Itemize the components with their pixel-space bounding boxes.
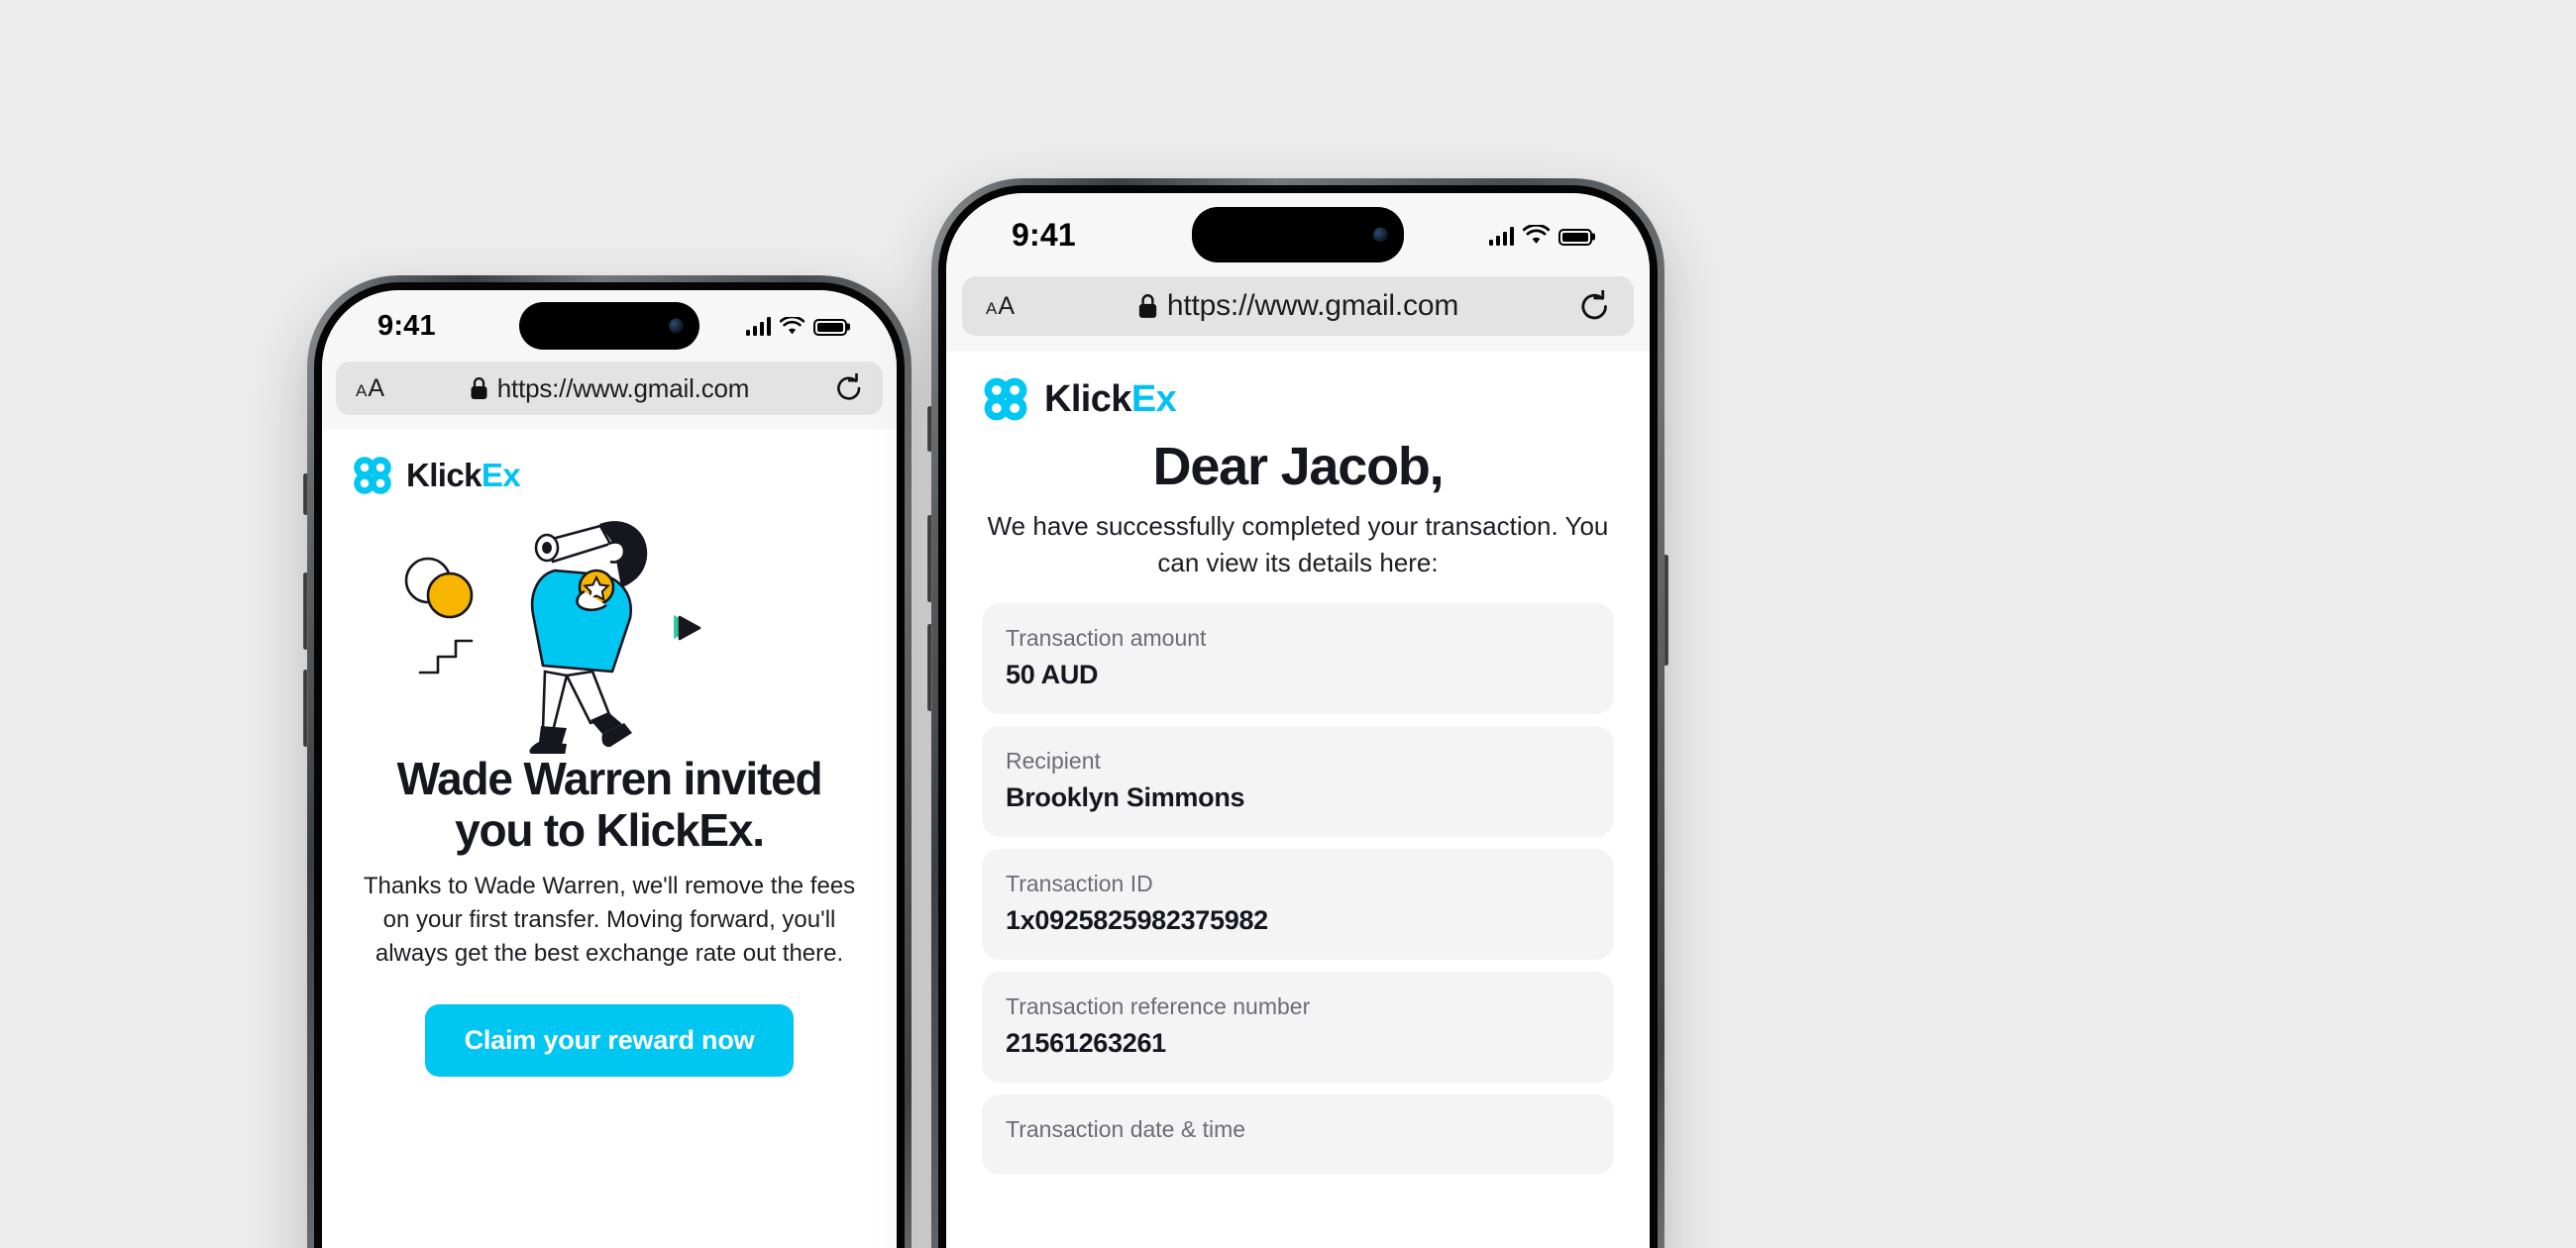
phone-center-receipt: 9:41 AA https://www.gmail.com KlickEx De… [927,178,1668,1248]
brand-klick: Klick [406,457,482,493]
address-bar[interactable]: AA https://www.gmail.com [962,276,1634,336]
url-display[interactable]: https://www.gmail.com [962,289,1634,323]
row-label: Transaction amount [1006,625,1207,652]
volume-down-button[interactable] [927,624,932,711]
cellular-bars-icon [745,316,771,336]
klickex-brand: KlickEx [982,375,1614,423]
table-row: Recipient Brooklyn Simmons [982,726,1614,838]
table-row: Transaction reference number 21561263261 [982,972,1614,1084]
volume-up-button[interactable] [303,572,308,650]
ios-status-bar: 9:41 [322,290,897,362]
row-label: Transaction ID [1006,871,1153,897]
phone-screen: 9:41 AA [946,193,1650,1248]
safari-toolbar: AA https://www.gmail.com [322,362,897,429]
url-text: https://www.gmail.com [1166,289,1459,322]
row-value: 50 AUD [1006,660,1099,690]
front-camera-icon [1373,227,1388,243]
heading-line-1: Wade Warren invited [396,753,823,804]
safari-toolbar: AA https://www.gmail.com [946,276,1650,352]
text-size-button[interactable]: AA [986,292,1015,321]
row-label: Transaction date & time [1006,1116,1246,1143]
text-size-button[interactable]: AA [356,374,384,403]
lock-icon [471,376,487,399]
body-text: Thanks to Wade Warren, we'll remove the … [363,873,856,968]
lock-icon [1138,294,1157,318]
transaction-details-list: Transaction amount 50 AUD Recipient Broo… [982,603,1614,1176]
status-time: 9:41 [1012,216,1076,253]
reload-icon[interactable] [1579,289,1610,323]
text-size-large-glyph: A [998,291,1016,320]
email-content-left: KlickEx Wade Warren invited you to Klick… [322,429,897,1078]
reload-icon[interactable] [835,373,863,403]
volume-down-button[interactable] [303,670,308,747]
front-camera-icon [669,318,684,334]
text-size-large-glyph: A [368,373,385,402]
dynamic-island [519,302,699,350]
power-button[interactable] [1664,555,1668,666]
volume-up-button[interactable] [927,515,932,602]
status-indicators [1488,224,1592,246]
battery-icon [813,318,847,336]
wifi-icon [1523,224,1550,244]
silent-switch[interactable] [303,473,308,515]
battery-icon [1558,228,1592,246]
wifi-icon [780,316,805,334]
page-heading: Wade Warren invited you to KlickEx. [352,753,867,856]
cellular-bars-icon [1488,226,1514,246]
page-heading: Dear Jacob, [1152,437,1445,496]
email-content-center: KlickEx Dear Jacob, We have successfully… [946,352,1650,1176]
status-indicators [745,316,847,336]
ios-status-bar: 9:41 [946,193,1650,276]
brand-ex: Ex [1130,377,1177,420]
brand-klick: Klick [1044,377,1131,420]
klickex-clover-logo-icon [354,457,391,494]
phone-left-invitation: 9:41 AA https://www.gmail.com KlickEx Wa… [303,275,912,1248]
screenshot-stage: 9:41 AA https://www.gmail.com KlickEx Wa… [0,0,2576,1248]
body-text: We have successfully completed your tran… [987,511,1609,578]
status-time: 9:41 [377,309,436,342]
claim-reward-button[interactable]: Claim your reward now [424,1004,795,1078]
row-value: 1x0925825982375982 [1006,905,1268,936]
brand-ex: Ex [481,457,521,493]
person-with-telescope-illustration [352,506,867,754]
url-display[interactable]: https://www.gmail.com [336,373,883,404]
table-row: Transaction amount 50 AUD [982,603,1614,715]
row-label: Recipient [1006,748,1101,775]
row-value: 21561263261 [1006,1028,1166,1059]
table-row: Transaction date & time [982,1094,1614,1176]
klickex-clover-logo-icon [984,377,1027,421]
table-row: Transaction ID 1x0925825982375982 [982,849,1614,961]
brand-wordmark: KlickEx [1044,377,1177,421]
phone-screen: 9:41 AA [322,290,897,1248]
heading-line-2: you to KlickEx. [455,803,765,856]
address-bar[interactable]: AA https://www.gmail.com [336,362,883,415]
row-value: Brooklyn Simmons [1006,782,1245,813]
klickex-brand: KlickEx [352,455,867,496]
brand-wordmark: KlickEx [406,457,521,494]
text-size-small-glyph: A [986,298,998,318]
row-label: Transaction reference number [1006,993,1311,1020]
text-size-small-glyph: A [356,380,368,400]
url-text: https://www.gmail.com [496,372,750,403]
silent-switch[interactable] [927,406,932,452]
dynamic-island [1192,207,1404,262]
